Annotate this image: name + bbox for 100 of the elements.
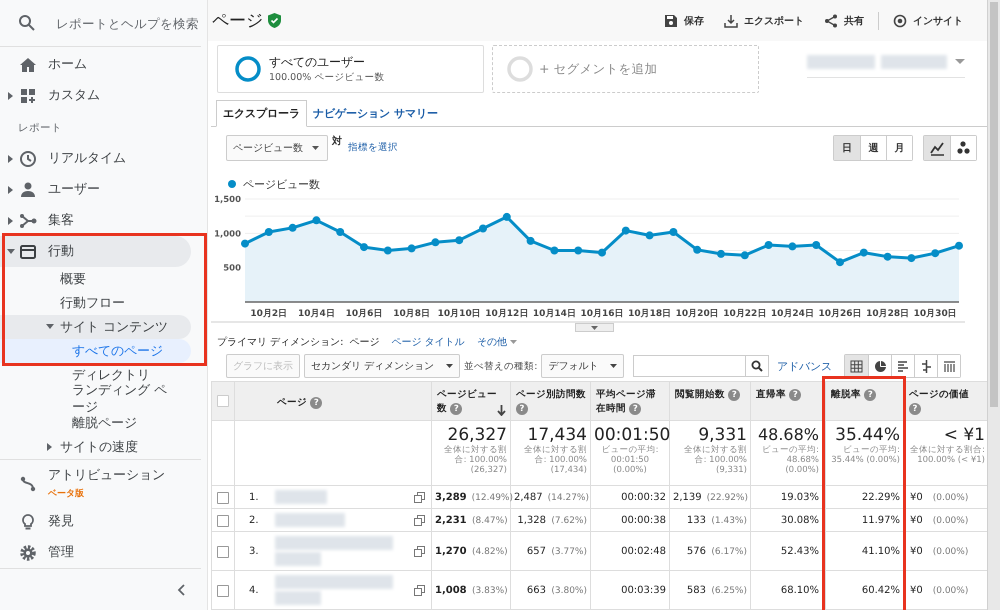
chevron-left-icon[interactable]: [177, 584, 185, 596]
select-metric-link[interactable]: 指標を選択: [348, 141, 398, 154]
data-point[interactable]: [288, 224, 297, 232]
view-button[interactable]: [845, 355, 868, 377]
table-search-field[interactable]: [633, 355, 769, 377]
nav-item[interactable]: サイト コンテンツ: [0, 315, 191, 339]
toolbar-button[interactable]: エクスポート: [716, 10, 812, 32]
nav-item[interactable]: ホーム: [0, 49, 191, 80]
column-header[interactable]: ページビュー数 ?: [432, 382, 510, 420]
data-point[interactable]: [860, 248, 868, 257]
dimension-option[interactable]: ページ タイトル: [392, 335, 465, 349]
data-point[interactable]: [336, 228, 344, 236]
caret-right-icon: [8, 154, 14, 162]
toolbar-button[interactable]: 保存: [656, 10, 712, 32]
cell-value: 3,289: [435, 492, 467, 502]
nav-item[interactable]: 管理: [0, 537, 191, 568]
data-point[interactable]: [526, 236, 535, 245]
data-point[interactable]: [264, 228, 273, 236]
new-window-icon[interactable]: [414, 492, 425, 502]
data-point[interactable]: [598, 248, 606, 257]
add-segment-card[interactable]: + セグメントを追加: [492, 45, 759, 94]
metric-dropdown[interactable]: ページビュー数: [226, 134, 328, 161]
nav-item[interactable]: 発見: [0, 506, 191, 537]
column-header[interactable]: ページ別訪問数 ?: [510, 382, 590, 420]
period-button[interactable]: 月: [886, 136, 912, 160]
nav-item[interactable]: サイトの速度: [0, 435, 191, 459]
cell-value: 657: [526, 546, 546, 556]
nav-item[interactable]: リアルタイム: [0, 143, 191, 174]
period-button[interactable]: 日: [834, 136, 860, 160]
secondary-dimension-dropdown[interactable]: セカンダリ ディメンション: [304, 354, 460, 378]
caret-down-icon: [510, 340, 517, 344]
search-field[interactable]: レポートとヘルプを検索: [54, 14, 208, 32]
checkbox[interactable]: [217, 515, 229, 528]
checkbox[interactable]: [217, 546, 229, 558]
tab[interactable]: ナビゲーション サマリー: [307, 101, 444, 126]
dimension-option[interactable]: ページ: [350, 335, 380, 349]
data-point[interactable]: [669, 228, 678, 236]
column-header[interactable]: 直帰率 ?: [750, 382, 826, 420]
download-icon: [724, 14, 738, 28]
new-window-icon[interactable]: [414, 514, 425, 526]
toolbar-button[interactable]: 共有: [816, 10, 872, 32]
data-point[interactable]: [622, 226, 630, 235]
data-point[interactable]: [241, 240, 249, 248]
chart-type-button[interactable]: [950, 136, 976, 160]
dimension-option[interactable]: その他: [476, 335, 517, 349]
cell-value: 19.03%: [780, 492, 819, 502]
redacted-text: [275, 552, 321, 566]
nav-item[interactable]: すべてのページ: [0, 339, 191, 363]
nav-item[interactable]: 行動: [0, 236, 191, 267]
column-header[interactable]: ページの価値 ?: [904, 382, 987, 420]
checkbox[interactable]: [217, 395, 229, 407]
data-point[interactable]: [764, 241, 773, 249]
data-point[interactable]: [884, 252, 892, 261]
data-point[interactable]: [907, 254, 916, 262]
column-header[interactable]: ページ ?: [234, 382, 432, 420]
data-point[interactable]: [455, 236, 464, 244]
nav-item[interactable]: アトリビューション ベータ版: [0, 462, 191, 506]
column-header[interactable]: 平均ページ滞在時間 ?: [590, 382, 670, 420]
data-point[interactable]: [384, 246, 392, 254]
tab[interactable]: エクスプローラ: [216, 100, 307, 128]
nav-item[interactable]: 集客: [0, 205, 191, 236]
view-button[interactable]: [937, 355, 960, 377]
data-point[interactable]: [479, 224, 487, 232]
nav-item[interactable]: ユーザー: [0, 174, 191, 205]
nav-item[interactable]: 離脱ページ: [0, 411, 191, 435]
data-point[interactable]: [502, 212, 511, 221]
data-point[interactable]: [955, 242, 963, 250]
advanced-link[interactable]: アドバンス: [777, 358, 832, 374]
column-header[interactable]: 離脱率 ?: [826, 382, 904, 420]
data-point[interactable]: [408, 244, 416, 252]
cell-share: (0.00%): [932, 516, 969, 526]
chart-type-button[interactable]: [924, 136, 950, 160]
data-point[interactable]: [360, 243, 368, 252]
column-header[interactable]: 閲覧開始数 ?: [670, 382, 750, 420]
data-point[interactable]: [550, 246, 558, 254]
nav-item[interactable]: カスタム: [0, 80, 191, 111]
data-point[interactable]: [931, 249, 940, 258]
data-point[interactable]: [646, 231, 654, 240]
data-point[interactable]: [431, 238, 440, 246]
expand-handle[interactable]: [575, 323, 614, 332]
sort-type-dropdown[interactable]: デフォルト: [541, 354, 624, 378]
data-point[interactable]: [836, 258, 844, 266]
toolbar-button[interactable]: インサイト: [885, 10, 971, 32]
axis-label: 500: [223, 264, 241, 274]
data-point[interactable]: [693, 246, 702, 254]
nav-item[interactable]: 概要: [0, 267, 191, 291]
checkbox[interactable]: [217, 492, 229, 504]
data-point[interactable]: [717, 250, 725, 258]
data-point[interactable]: [574, 246, 582, 254]
checkbox[interactable]: [217, 585, 229, 598]
data-point[interactable]: [812, 241, 820, 249]
scrollbar[interactable]: [987, 0, 1000, 610]
data-point[interactable]: [312, 216, 320, 224]
segment-card[interactable]: すべてのユーザー 100.00% ページビュー数: [217, 45, 484, 94]
axis-label: 10月22日: [723, 309, 766, 319]
data-point[interactable]: [788, 242, 796, 250]
data-point[interactable]: [740, 251, 749, 260]
nav-item[interactable]: 行動フロー: [0, 291, 191, 315]
new-window-icon[interactable]: [414, 584, 425, 596]
new-window-icon[interactable]: [414, 546, 425, 556]
